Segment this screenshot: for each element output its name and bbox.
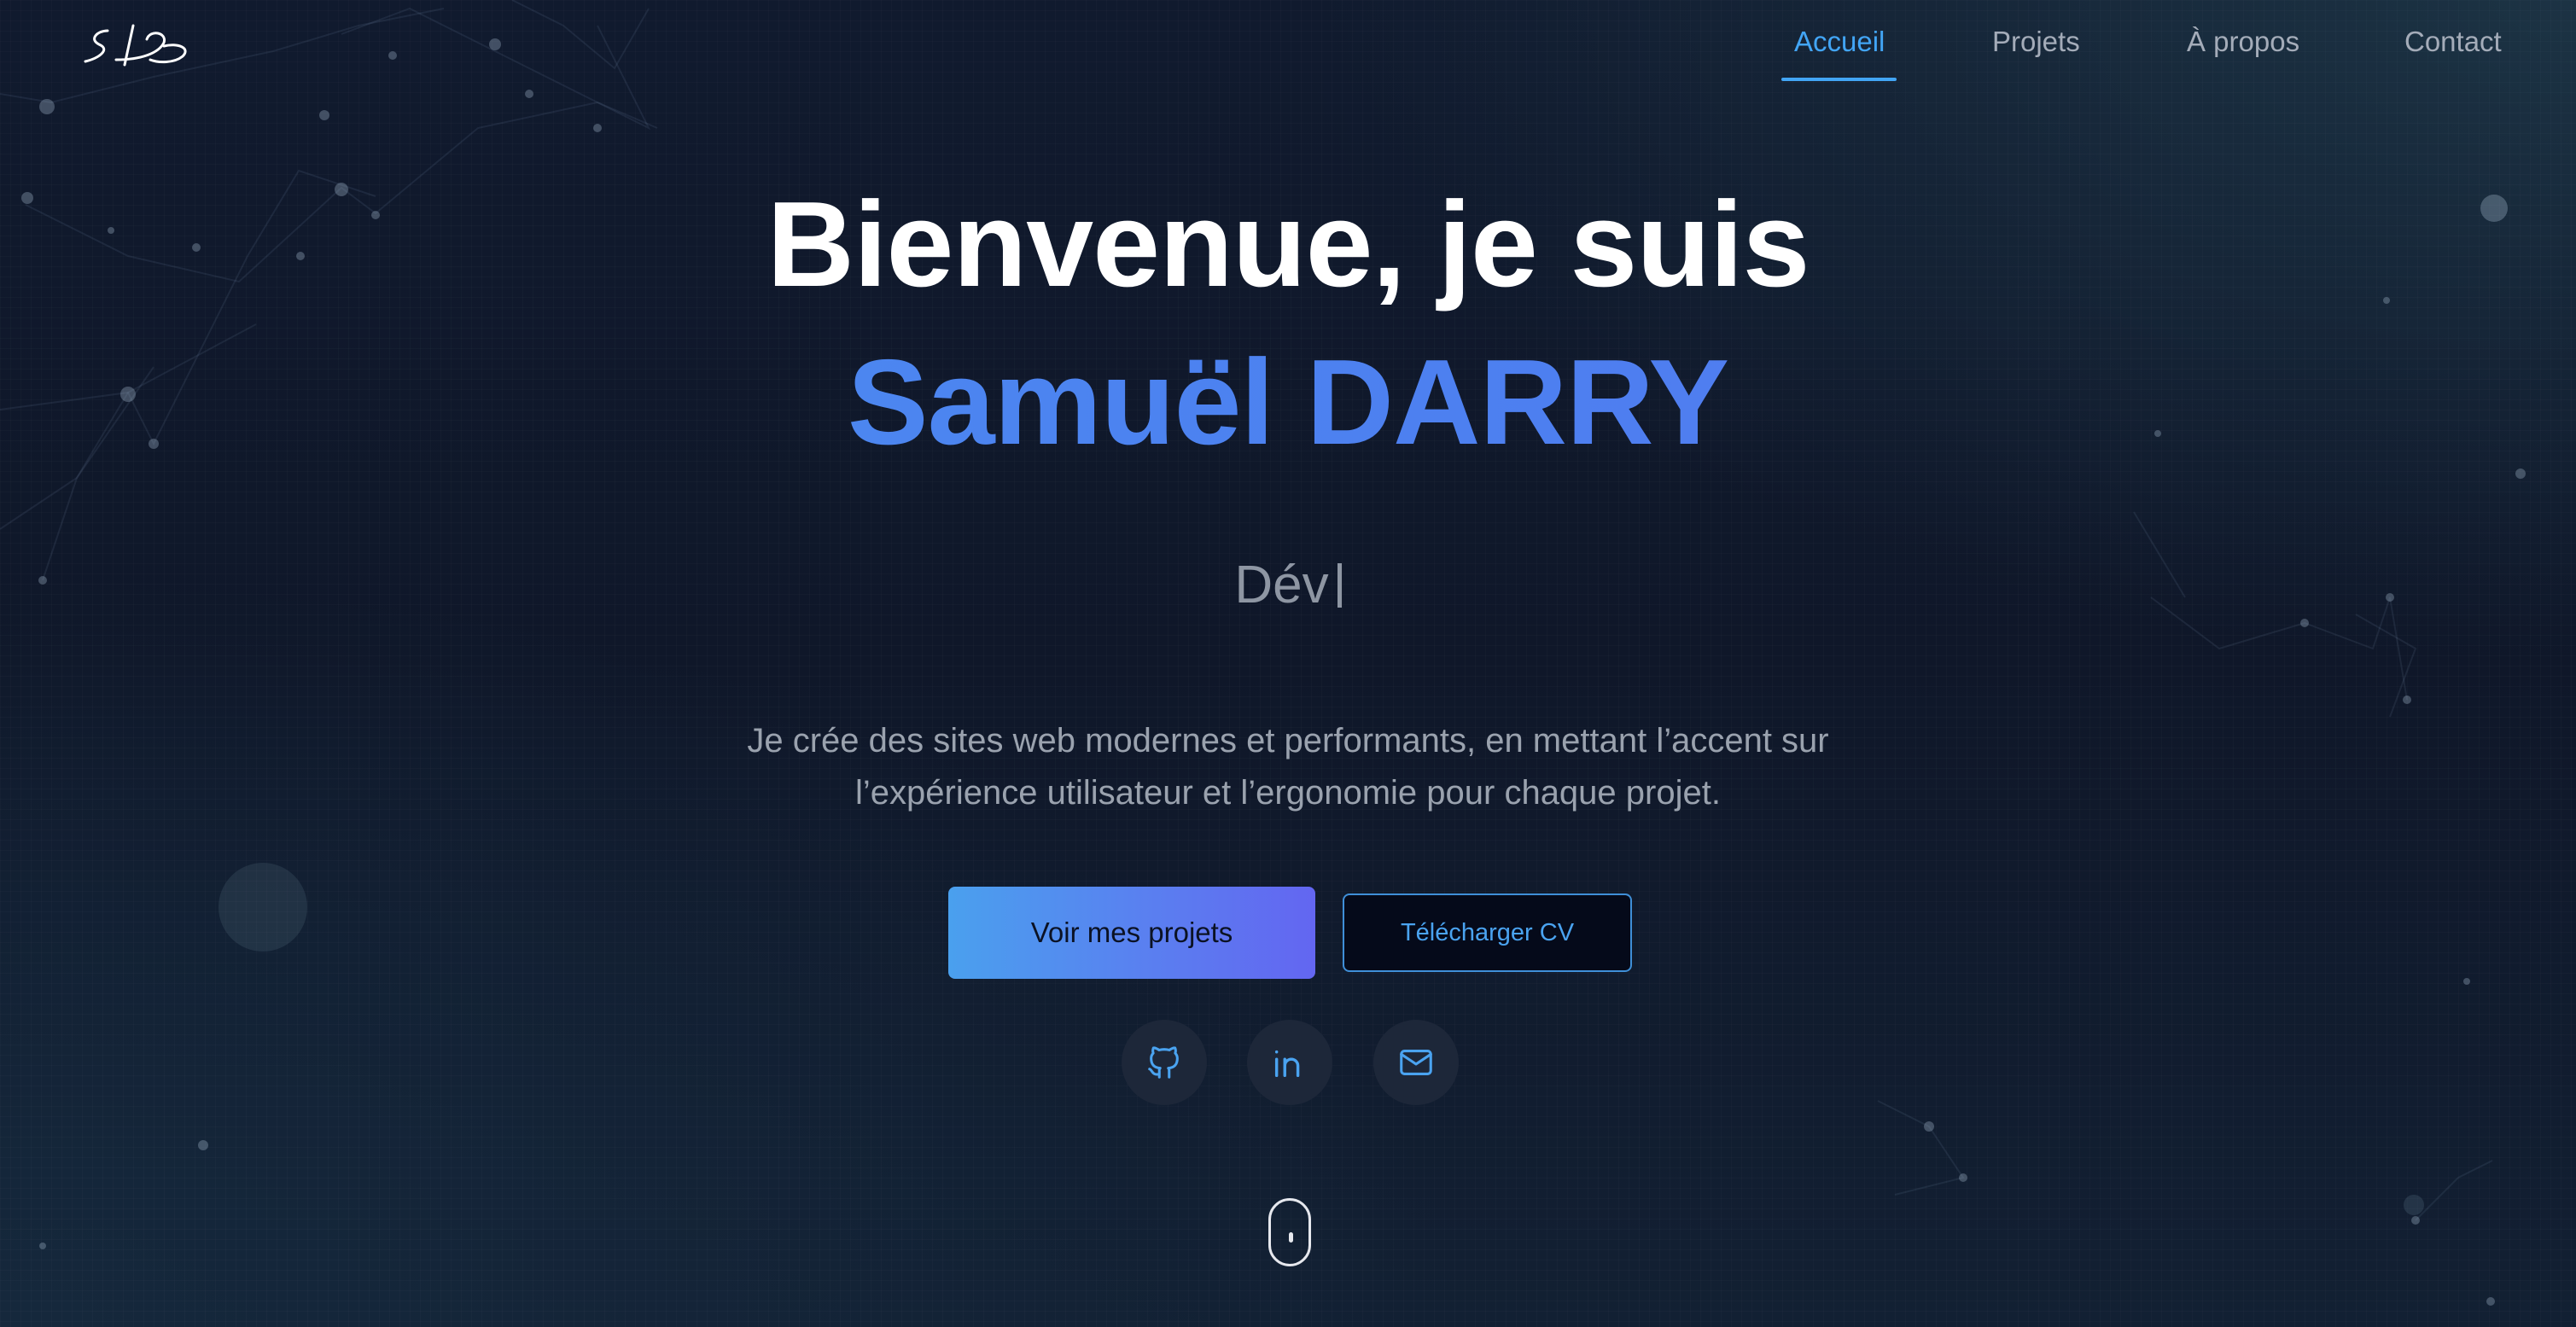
linkedin-icon: [1274, 1050, 1300, 1078]
download-cv-button[interactable]: Télécharger CV: [1343, 893, 1632, 972]
hero-greeting: Bienvenue, je suis: [766, 177, 1810, 312]
nav-contact[interactable]: Contact: [2404, 26, 2502, 58]
email-link[interactable]: [1373, 1020, 1459, 1105]
scroll-down-indicator[interactable]: [1268, 1198, 1311, 1266]
nav-projets[interactable]: Projets: [1992, 26, 2080, 58]
hero-name: Samuël DARRY: [0, 333, 2576, 473]
nav-a-propos[interactable]: À propos: [2187, 26, 2299, 58]
github-icon: [1148, 1046, 1179, 1079]
description-line-2: l’expérience utilisateur et l’ergonomie …: [855, 774, 1721, 812]
linkedin-link[interactable]: [1247, 1020, 1332, 1105]
nav-accueil[interactable]: Accueil: [1794, 26, 1885, 58]
description-line-1: Je crée des sites web modernes et perfor…: [747, 722, 1829, 760]
scroll-wheel-dot: [1289, 1232, 1293, 1243]
typed-role: Dév: [0, 555, 2576, 615]
view-projects-button[interactable]: Voir mes projets: [948, 887, 1315, 979]
mail-icon: [1400, 1050, 1432, 1075]
nav-active-underline: [1781, 78, 1897, 81]
github-link[interactable]: [1122, 1020, 1207, 1105]
hero-description: Je crée des sites web modernes et perfor…: [0, 715, 2576, 819]
typing-caret: [1337, 563, 1342, 608]
logo-signature[interactable]: [82, 22, 198, 68]
typed-text: Dév: [1234, 556, 1329, 614]
